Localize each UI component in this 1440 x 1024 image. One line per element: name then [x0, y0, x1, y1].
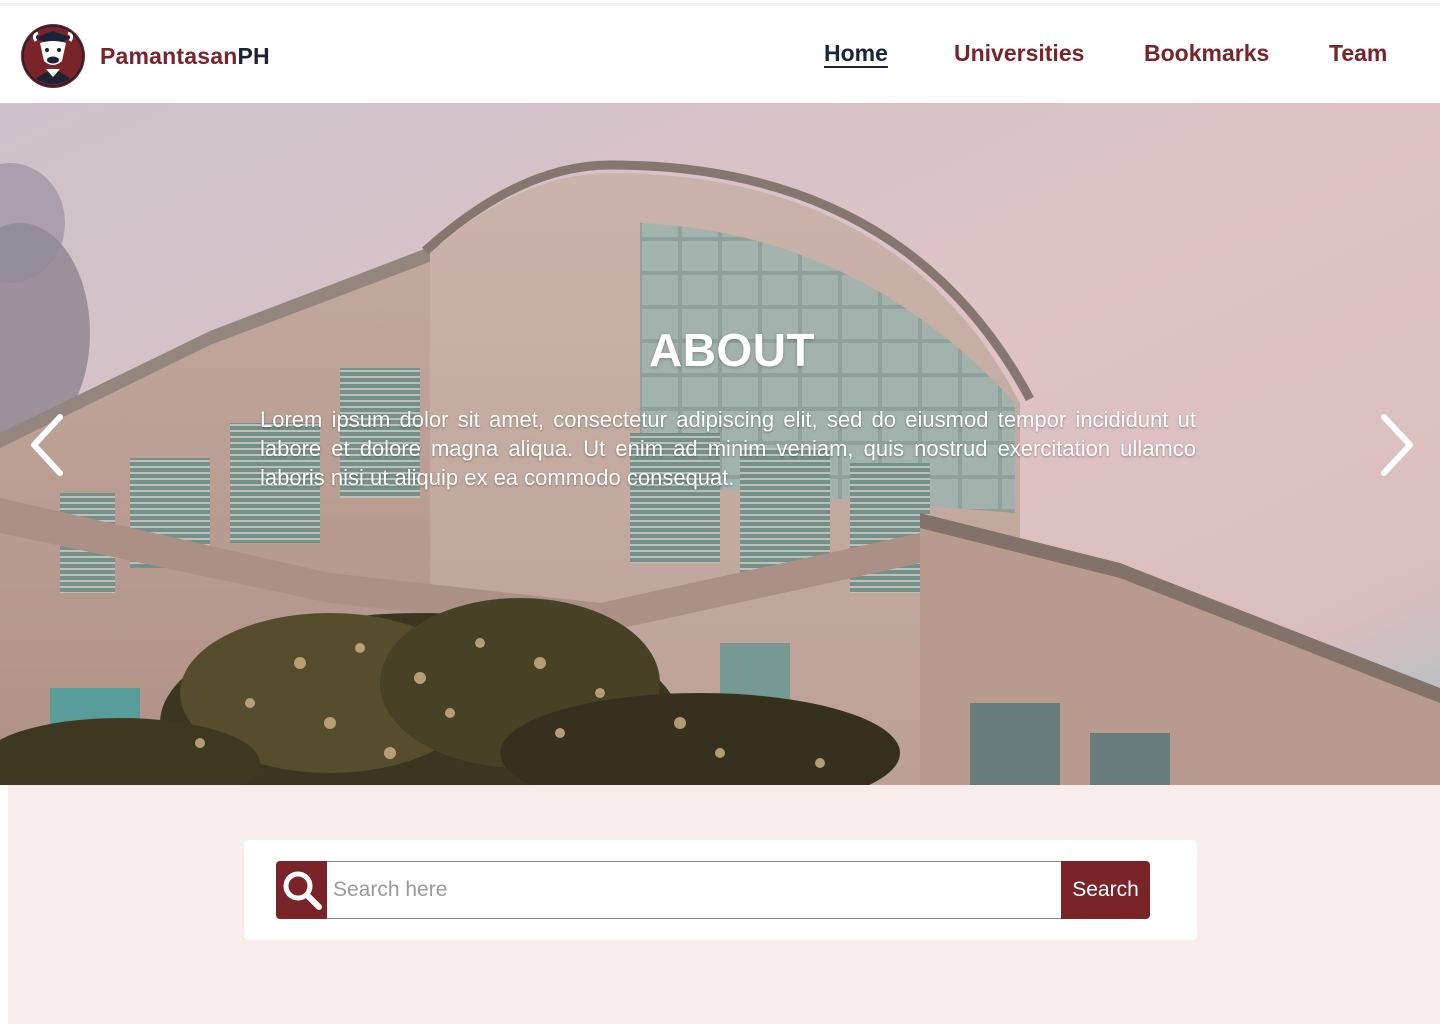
search-button[interactable]: Search — [1061, 861, 1150, 919]
carousel-next-chevron-right-icon[interactable] — [1378, 413, 1418, 477]
hero-description: Lorem ipsum dolor sit amet, consectetur … — [260, 407, 1196, 490]
carousel-prev-chevron-left-icon[interactable] — [26, 413, 66, 477]
main-nav: Home Universities Bookmarks Team — [0, 40, 1440, 80]
search-icon[interactable] — [276, 861, 327, 919]
nav-item-bookmarks[interactable]: Bookmarks — [1144, 40, 1269, 67]
nav-item-team[interactable]: Team — [1329, 40, 1387, 67]
search-input[interactable] — [327, 861, 1062, 919]
site-header: PamantasanPH Home Universities Bookmarks… — [0, 3, 1440, 103]
hero-title: ABOUT — [648, 324, 816, 376]
nav-item-home[interactable]: Home — [824, 40, 888, 67]
nav-item-universities[interactable]: Universities — [954, 40, 1084, 67]
hero-carousel: ABOUT Lorem ipsum dolor sit amet, consec… — [0, 103, 1440, 785]
